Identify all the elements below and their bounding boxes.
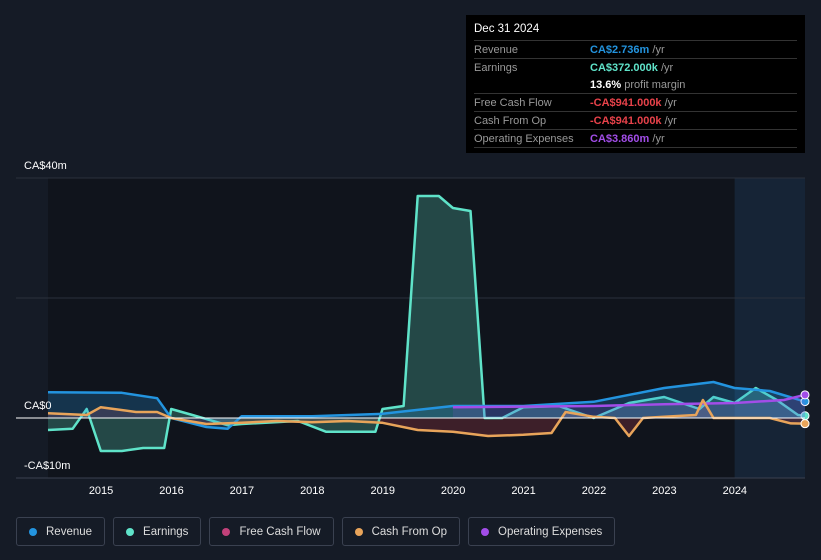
tooltip: Dec 31 2024 Revenue CA$2.736m /yr Earnings… <box>466 15 805 153</box>
legend-item-operating-expenses[interactable]: Operating Expenses <box>468 517 616 546</box>
unit: /yr <box>657 61 674 74</box>
forecast-region <box>734 178 805 478</box>
legend-item-free-cash-flow[interactable]: Free Cash Flow <box>209 517 334 546</box>
x-tick-label: 2023 <box>652 485 677 497</box>
y-tick-label: -CA$10m <box>24 460 71 472</box>
tooltip-row: 13.6% profit margin <box>474 76 797 94</box>
tooltip-label: Cash From Op <box>474 114 547 127</box>
legend-label: Revenue <box>46 525 93 538</box>
legend-item-cash-from-op[interactable]: Cash From Op <box>341 517 461 546</box>
tooltip-row: Operating Expenses CA$3.860m /yr <box>474 130 797 148</box>
x-tick-label: 2021 <box>511 485 536 497</box>
value: CA$372.000k <box>590 61 658 74</box>
tooltip-row: Free Cash Flow -CA$941.000k /yr <box>474 94 797 112</box>
x-tick-label: 2017 <box>229 485 255 497</box>
tooltip-label: Operating Expenses <box>474 132 574 145</box>
legend-label: Earnings <box>143 525 189 538</box>
tooltip-row: Cash From Op -CA$941.000k /yr <box>474 112 797 130</box>
legend-dot-icon <box>354 527 363 536</box>
legend-dot-icon <box>29 527 37 536</box>
tooltip-label: Free Cash Flow <box>474 96 552 109</box>
unit: /yr <box>661 114 677 127</box>
legend-dot-icon <box>481 527 490 536</box>
tooltip-row: Revenue CA$2.736m /yr <box>474 41 797 59</box>
legend: Revenue Earnings Free Cash Flow Cash From O… <box>16 517 616 546</box>
x-tick-label: 2020 <box>440 485 466 497</box>
value: 13.6% <box>590 78 622 91</box>
tooltip-value: CA$3.860m /yr <box>590 133 665 145</box>
endpoint-cash-from-op <box>800 419 810 429</box>
x-tick-label: 2018 <box>300 485 325 497</box>
value: CA$3.860m <box>590 132 650 145</box>
unit: /yr <box>661 96 677 109</box>
unit: /yr <box>649 43 665 56</box>
tooltip-value: -CA$941.000k /yr <box>590 115 677 127</box>
tooltip-label: Earnings <box>474 61 518 74</box>
legend-dot-icon <box>126 527 135 536</box>
x-tick-label: 2024 <box>722 485 748 497</box>
tooltip-value: 13.6% profit margin <box>590 79 685 91</box>
x-tick-label: 2016 <box>159 485 184 497</box>
unit: /yr <box>649 132 665 145</box>
endpoint-operating-expenses <box>800 390 810 400</box>
legend-label: Operating Expenses <box>498 525 603 538</box>
tooltip-value: CA$372.000k /yr <box>590 62 673 74</box>
value: -CA$941.000k <box>590 96 662 109</box>
tooltip-row: Earnings CA$372.000k /yr <box>474 59 797 76</box>
legend-dot-icon <box>222 527 231 536</box>
y-tick-label: CA$0 <box>24 400 52 412</box>
tooltip-value: -CA$941.000k /yr <box>590 97 677 109</box>
x-tick-label: 2019 <box>370 485 395 497</box>
legend-item-earnings[interactable]: Earnings <box>113 517 202 546</box>
value: -CA$941.000k <box>590 114 662 127</box>
unit: profit margin <box>621 78 686 91</box>
legend-item-revenue[interactable]: Revenue <box>16 517 106 546</box>
tooltip-value: CA$2.736m /yr <box>590 44 665 56</box>
tooltip-label: Revenue <box>474 43 519 56</box>
tooltip-date: Dec 31 2024 <box>474 23 797 41</box>
x-tick-label: 2015 <box>88 485 114 497</box>
x-tick-label: 2022 <box>581 485 607 497</box>
legend-label: Free Cash Flow <box>239 525 321 538</box>
value: CA$2.736m <box>590 43 650 56</box>
y-tick-label: CA$40m <box>24 160 67 172</box>
legend-label: Cash From Op <box>371 525 448 538</box>
